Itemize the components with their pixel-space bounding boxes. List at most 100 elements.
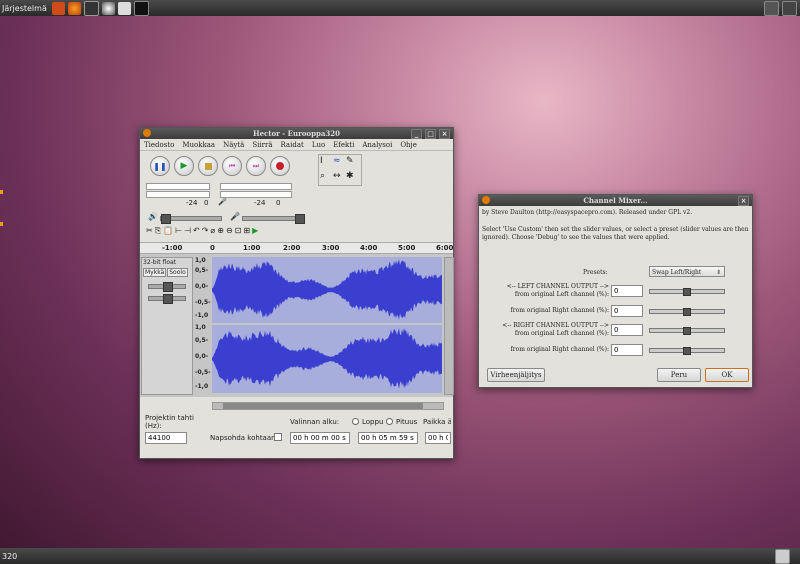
- pause-button[interactable]: ❚❚: [150, 156, 170, 176]
- channel-percent-slider[interactable]: [649, 288, 725, 296]
- gimp-icon[interactable]: [101, 1, 115, 15]
- snap-label: Napsohda kohtaan: [210, 434, 276, 442]
- menu-transport[interactable]: Siirrä: [252, 141, 272, 149]
- selection-start-label: Valinnan alku:: [290, 418, 340, 426]
- channel-percent-input[interactable]: [611, 324, 643, 336]
- slider-knob[interactable]: [683, 288, 691, 296]
- channel-percent-input[interactable]: [611, 344, 643, 356]
- selection-tool-icon[interactable]: I: [320, 156, 332, 170]
- workspace-icon[interactable]: [775, 548, 790, 564]
- menu-edit[interactable]: Muokkaa: [182, 141, 215, 149]
- close-icon[interactable]: ×: [439, 129, 450, 139]
- ok-button[interactable]: OK: [705, 368, 749, 382]
- inkscape-icon[interactable]: [117, 1, 131, 15]
- trim-icon[interactable]: ⊢: [175, 226, 182, 238]
- undo-icon[interactable]: ↶: [193, 226, 200, 238]
- channel-percent-slider[interactable]: [649, 308, 725, 316]
- zoom-tool-icon[interactable]: ⌕: [320, 171, 332, 185]
- play-button[interactable]: ▶: [174, 156, 194, 176]
- presets-dropdown[interactable]: Swap Left/Right ⇕: [649, 266, 725, 277]
- record-meter-right[interactable]: [220, 191, 292, 198]
- channel-output-heading: <-- LEFT CHANNEL OUTPUT -->: [506, 283, 609, 290]
- slider-knob[interactable]: [683, 327, 691, 335]
- firefox-icon[interactable]: [67, 1, 81, 15]
- redo-icon[interactable]: ↷: [202, 226, 209, 238]
- terminal-icon[interactable]: [133, 0, 149, 16]
- pan-slider[interactable]: [148, 294, 186, 304]
- project-rate-select[interactable]: [145, 432, 187, 444]
- mute-button[interactable]: Mykkä: [143, 268, 167, 277]
- channel-percent-slider[interactable]: [649, 347, 725, 355]
- envelope-tool-icon[interactable]: ≈: [333, 156, 345, 170]
- desktop-mark: [0, 222, 3, 226]
- zoom-out-icon[interactable]: ⊖: [226, 226, 233, 238]
- multi-tool-icon[interactable]: ✱: [346, 171, 358, 185]
- solo-button[interactable]: Soolo: [167, 268, 188, 277]
- audacity-window: Hector - Eurooppa320 _ □ × Tiedosto Muokka…: [139, 127, 454, 459]
- end-radio[interactable]: [352, 418, 359, 425]
- play-at-speed-icon[interactable]: ▶: [252, 226, 258, 238]
- silence-icon[interactable]: ⊣: [184, 226, 191, 238]
- record-meter[interactable]: [220, 183, 292, 190]
- system-menu[interactable]: Järjestelmä: [0, 4, 49, 13]
- slider-knob[interactable]: [683, 347, 691, 355]
- channel-percent-slider[interactable]: [649, 327, 725, 335]
- slider-knob[interactable]: [683, 308, 691, 316]
- menu-effect[interactable]: Efekti: [333, 141, 354, 149]
- sync-lock-icon[interactable]: ⌀: [210, 226, 215, 238]
- fit-project-icon[interactable]: ⊞: [243, 226, 250, 238]
- copy-icon[interactable]: ⎘: [155, 226, 161, 238]
- menu-generate[interactable]: Luo: [312, 141, 325, 149]
- meter-label: 0: [204, 199, 209, 207]
- waveform-left[interactable]: [212, 257, 442, 323]
- audio-position-field[interactable]: [425, 432, 451, 444]
- skip-start-button[interactable]: ⏮: [222, 156, 242, 176]
- snap-checkbox[interactable]: [274, 433, 282, 441]
- channel-percent-input[interactable]: [611, 285, 643, 297]
- power-icon[interactable]: [782, 0, 797, 16]
- output-volume-slider[interactable]: [160, 214, 222, 224]
- desktop-mark: [0, 190, 3, 194]
- debug-button[interactable]: Virheenjäljitys: [487, 368, 545, 382]
- menu-analyze[interactable]: Analysoi: [362, 141, 392, 149]
- maximize-icon[interactable]: □: [425, 129, 436, 139]
- cut-icon[interactable]: ✂: [146, 226, 153, 238]
- skip-end-button[interactable]: ⏭: [246, 156, 266, 176]
- fit-selection-icon[interactable]: ⊡: [235, 226, 242, 238]
- waveform-left-svg: [212, 259, 442, 320]
- menu-file[interactable]: Tiedosto: [144, 141, 174, 149]
- paste-icon[interactable]: 📋: [163, 226, 173, 238]
- mixer-titlebar[interactable]: Channel Mixer... ×: [479, 195, 752, 206]
- selection-end-field[interactable]: [358, 432, 418, 444]
- menu-view[interactable]: Näytä: [223, 141, 244, 149]
- close-icon[interactable]: ×: [738, 196, 749, 206]
- waveform-right-svg: [212, 328, 442, 389]
- gain-slider[interactable]: [148, 282, 186, 292]
- input-volume-slider[interactable]: [242, 214, 305, 224]
- horizontal-scrollbar[interactable]: [212, 402, 444, 410]
- selection-start-field[interactable]: [290, 432, 350, 444]
- bottom-panel: 320: [0, 548, 800, 564]
- stop-button[interactable]: [198, 156, 218, 176]
- draw-tool-icon[interactable]: ✎: [346, 156, 358, 170]
- cancel-button[interactable]: Peru: [657, 368, 701, 382]
- timeline-ruler[interactable]: -1:00 0 1:00 2:00 3:00 4:00 5:00 6:00: [140, 242, 453, 254]
- monitor-icon[interactable]: [83, 0, 99, 16]
- playback-meter[interactable]: [146, 183, 210, 190]
- audacity-titlebar[interactable]: Hector - Eurooppa320 _ □ ×: [140, 128, 453, 139]
- menu-help[interactable]: Ohje: [400, 141, 417, 149]
- minimize-icon[interactable]: _: [411, 129, 422, 139]
- playback-meter-right[interactable]: [146, 191, 210, 198]
- selection-bar: Projektin tahti (Hz): Napsohda kohtaan V…: [140, 412, 453, 458]
- menu-tracks[interactable]: Raidat: [281, 141, 304, 149]
- length-radio[interactable]: [386, 418, 393, 425]
- channel-percent-input[interactable]: [611, 305, 643, 317]
- ubuntu-icon[interactable]: [51, 1, 65, 15]
- vertical-scrollbar[interactable]: [444, 257, 454, 395]
- waveform-right[interactable]: [212, 325, 442, 393]
- timeshift-tool-icon[interactable]: ↔: [333, 171, 345, 185]
- zoom-in-icon[interactable]: ⊕: [217, 226, 224, 238]
- network-icon[interactable]: [764, 0, 779, 16]
- taskbar-item[interactable]: 320: [0, 552, 19, 561]
- record-button[interactable]: [270, 156, 290, 176]
